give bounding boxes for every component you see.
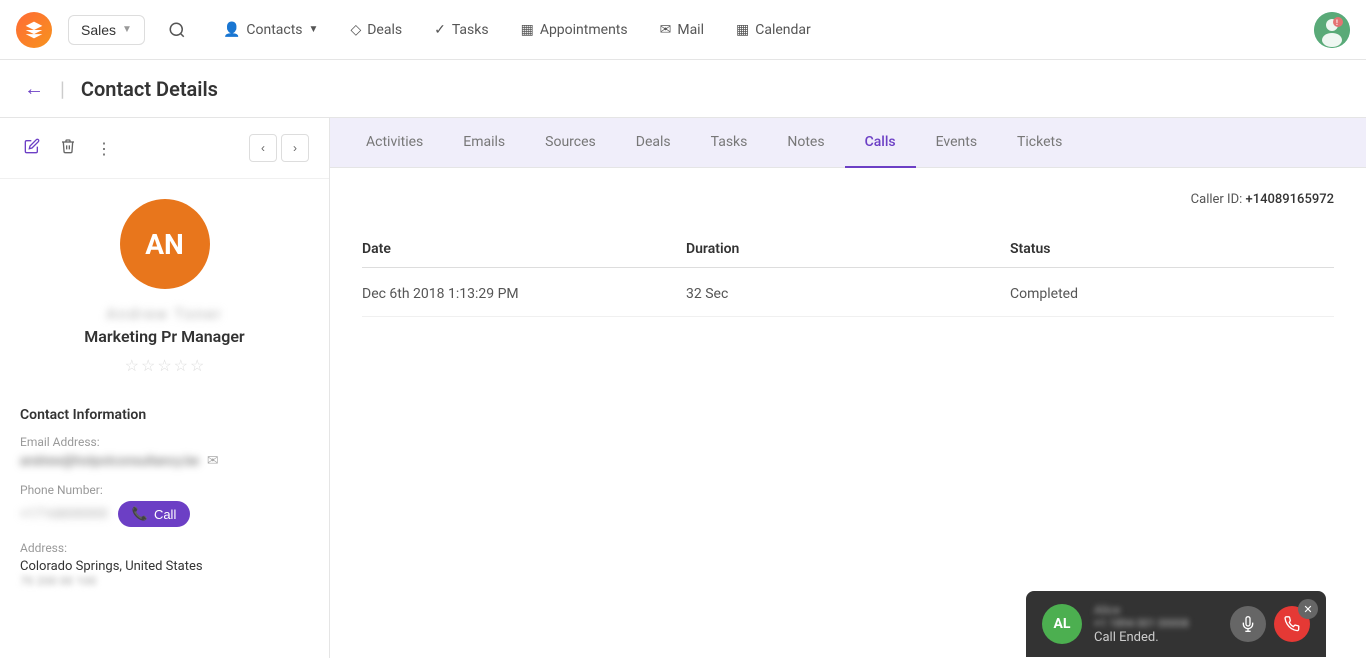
table-header: Date Duration Status [362,231,1334,268]
tab-emails[interactable]: Emails [443,118,525,168]
user-avatar[interactable]: ! [1314,12,1350,48]
right-panel: Activities Emails Sources Deals Tasks No… [330,118,1366,658]
nav-item-contacts[interactable]: 👤 Contacts ▼ [209,14,333,46]
table-row: Dec 6th 2018 1:13:29 PM 32 Sec Completed [362,272,1334,317]
popup-close-button[interactable]: ✕ [1298,599,1318,619]
address-sub: 70 200 00 100 [20,574,309,588]
tab-activities[interactable]: Activities [346,118,443,168]
nav-contacts-label: Contacts [246,22,302,38]
nav-item-tasks[interactable]: ✓ Tasks [420,14,502,46]
star-rating[interactable]: ☆ ☆ ☆ ☆ ☆ [125,356,205,375]
next-button[interactable]: › [281,134,309,162]
nav-items: 👤 Contacts ▼ ◇ Deals ✓ Tasks ▦ Appointme… [209,14,1306,46]
tab-calls[interactable]: Calls [845,118,916,168]
calls-table: Date Duration Status Dec 6th 2018 1:13:2… [362,231,1334,317]
contact-info-section: Contact Information Email Address: andre… [0,391,329,618]
panel-actions: ⋮ ‹ › [0,118,329,179]
nav-deals-label: Deals [367,22,402,38]
app-logo[interactable] [16,12,52,48]
more-options-icon[interactable]: ⋮ [92,135,116,162]
calls-content: Caller ID: +14089165972 Date Duration St… [330,168,1366,658]
chevron-down-icon: ▼ [309,24,319,35]
search-button[interactable] [161,14,193,46]
edit-icon[interactable] [20,134,44,162]
contact-profile: AN Andrew Toner Marketing Pr Manager ☆ ☆… [0,179,329,391]
call-ended-popup: ✕ AL Alice +1 1894 001 00008 Call Ended. [1026,591,1326,657]
delete-icon[interactable] [56,134,80,162]
email-label: Email Address: [20,435,309,449]
tasks-icon: ✓ [434,22,446,38]
tab-deals[interactable]: Deals [616,118,691,168]
col-status: Status [1010,241,1334,257]
header-divider: | [60,77,65,101]
phone-icon: 📞 [132,506,148,522]
call-label: Call [154,507,176,522]
caller-number: +1 1894 001 00008 [1094,617,1218,630]
nav-item-calendar[interactable]: ▦ Calendar [722,14,825,46]
contact-name: Andrew Toner [106,305,222,323]
tab-tickets[interactable]: Tickets [997,118,1082,168]
left-panel: ⋮ ‹ › AN Andrew Toner Marketing Pr Manag… [0,118,330,658]
svg-text:!: ! [1336,19,1338,27]
email-icon: ✉ [207,453,219,469]
col-duration: Duration [686,241,1010,257]
prev-button[interactable]: ‹ [249,134,277,162]
caller-id-value: +14089165972 [1246,192,1335,207]
chevron-down-icon: ▼ [122,24,132,35]
tab-sources[interactable]: Sources [525,118,616,168]
cell-date: Dec 6th 2018 1:13:29 PM [362,286,686,302]
tab-tasks[interactable]: Tasks [691,118,768,168]
contact-icon: 👤 [223,22,240,38]
avatar: AN [120,199,210,289]
phone-label: Phone Number: [20,483,309,497]
phone-row: +17168000000 📞 Call [20,501,309,527]
tabs-bar: Activities Emails Sources Deals Tasks No… [330,118,1366,168]
nav-item-appointments[interactable]: ▦ Appointments [507,14,642,46]
email-text: andrew@hotpotconsultancy.be [20,454,199,469]
email-field: Email Address: andrew@hotpotconsultancy.… [20,435,309,469]
tab-notes[interactable]: Notes [767,118,844,168]
col-date: Date [362,241,686,257]
mute-button[interactable] [1230,606,1266,642]
nav-arrows: ‹ › [249,134,309,162]
contact-title: Marketing Pr Manager [84,327,244,346]
cell-status: Completed [1010,286,1334,302]
email-value: andrew@hotpotconsultancy.be ✉ [20,453,309,469]
nav-calendar-label: Calendar [755,22,811,38]
address-label: Address: [20,541,309,555]
nav-item-mail[interactable]: ✉ Mail [646,14,718,46]
call-avatar: AL [1042,604,1082,644]
caller-id-label: Caller ID: +14089165972 [1191,192,1334,207]
sales-label: Sales [81,22,116,38]
caller-id-row: Caller ID: +14089165972 [362,192,1334,207]
page-title: Contact Details [81,77,218,101]
back-button[interactable]: ← [24,76,44,101]
top-navigation: Sales ▼ 👤 Contacts ▼ ◇ Deals ✓ Tasks ▦ A… [0,0,1366,60]
call-status-text: Call Ended. [1094,630,1218,645]
caller-name: Alice [1094,603,1218,617]
appointments-icon: ▦ [521,22,534,38]
page-header: ← | Contact Details [0,60,1366,118]
nav-tasks-label: Tasks [452,22,489,38]
address-value: Colorado Springs, United States [20,559,309,574]
address-field: Address: Colorado Springs, United States… [20,541,309,588]
main-layout: ⋮ ‹ › AN Andrew Toner Marketing Pr Manag… [0,118,1366,658]
nav-item-deals[interactable]: ◇ Deals [336,14,416,46]
nav-mail-label: Mail [677,22,704,38]
call-info: Alice +1 1894 001 00008 Call Ended. [1094,603,1218,645]
phone-number: +17168000000 [20,507,108,522]
tab-events[interactable]: Events [916,118,997,168]
call-button[interactable]: 📞 Call [118,501,191,527]
nav-appointments-label: Appointments [540,22,628,38]
contact-info-title: Contact Information [20,407,309,423]
calendar-icon: ▦ [736,22,749,38]
mail-icon: ✉ [660,22,672,38]
cell-duration: 32 Sec [686,286,1010,302]
phone-field: Phone Number: +17168000000 📞 Call [20,483,309,527]
sales-dropdown-button[interactable]: Sales ▼ [68,15,145,45]
deals-icon: ◇ [350,22,361,38]
